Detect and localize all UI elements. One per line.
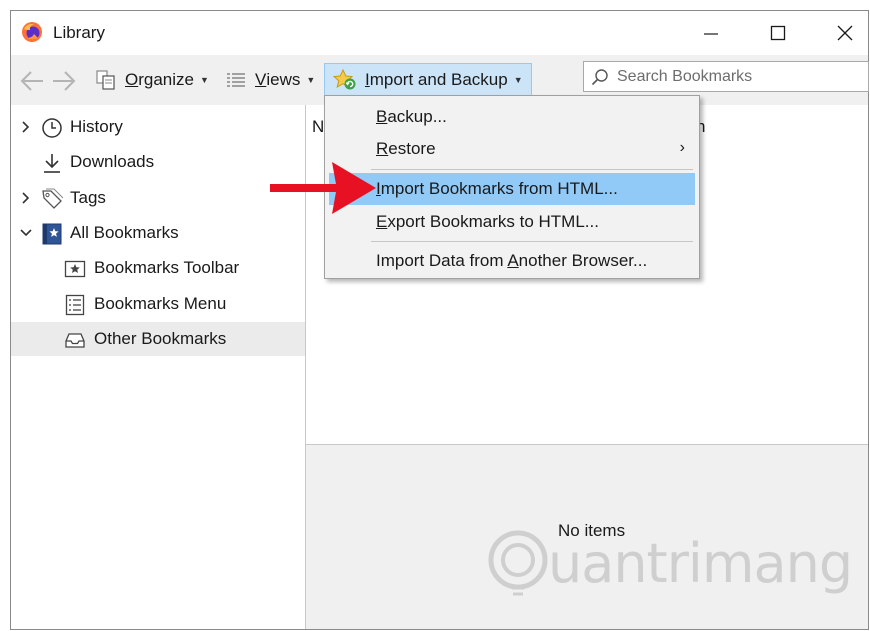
chevron-right-icon[interactable] — [19, 191, 33, 205]
import-backup-label: mport and Backup — [369, 70, 508, 89]
minimize-icon — [704, 33, 718, 35]
organize-label: rganize — [138, 70, 194, 89]
restore-mnemonic: R — [376, 139, 389, 158]
sidebar-item-label: All Bookmarks — [70, 223, 179, 242]
submenu-arrow-icon: › — [679, 139, 685, 156]
close-icon — [837, 25, 853, 41]
watermark-text: uantrimang — [548, 532, 853, 595]
sidebar-item-history[interactable]: History — [11, 110, 305, 144]
sidebar-item-label: History — [70, 117, 123, 136]
menu-item-export-bookmarks-html[interactable]: Export Bookmarks to HTML... — [329, 206, 695, 238]
column-header-name[interactable]: N — [312, 117, 324, 137]
firefox-icon — [22, 22, 42, 42]
back-arrow-icon[interactable] — [19, 69, 45, 93]
maximize-icon — [770, 25, 786, 41]
forward-arrow-icon[interactable] — [51, 69, 77, 93]
views-icon — [225, 70, 247, 90]
views-label: iews — [266, 70, 301, 89]
import-backup-icon — [333, 69, 357, 91]
close-button[interactable] — [817, 15, 870, 51]
import-data-label-rest: nother Browser... — [518, 251, 648, 270]
bookmarks-menu-icon — [65, 294, 85, 316]
menu-item-import-bookmarks-html[interactable]: Import Bookmarks from HTML... — [329, 173, 695, 205]
menu-item-restore[interactable]: Restore › — [329, 133, 695, 165]
bookmarks-toolbar-icon — [64, 260, 86, 278]
restore-label: estore — [388, 139, 436, 158]
search-input[interactable] — [615, 66, 859, 87]
import-and-backup-button[interactable]: Import and Backup ▼ — [324, 63, 532, 97]
sidebar-item-label: Downloads — [70, 152, 155, 171]
search-bookmarks-box[interactable] — [583, 61, 869, 92]
sidebar-item-downloads[interactable]: Downloads — [11, 145, 305, 179]
views-mnemonic: V — [255, 70, 267, 89]
export-html-label: xport Bookmarks to HTML... — [387, 212, 599, 231]
sidebar-item-bookmarks-toolbar[interactable]: Bookmarks Toolbar — [11, 251, 305, 285]
title-bar: Library — [11, 11, 868, 55]
minimize-button[interactable] — [683, 15, 739, 51]
organize-button[interactable]: Organize ▼ — [95, 63, 209, 97]
sidebar-item-tags[interactable]: Tags — [11, 181, 305, 215]
red-arrow-annotation — [270, 162, 376, 214]
chevron-right-icon[interactable] — [19, 120, 33, 134]
import-backup-menu: Backup... Restore › Import Bookmarks fro… — [324, 95, 700, 279]
sidebar-item-label: Bookmarks Menu — [94, 294, 227, 313]
organize-icon — [95, 69, 117, 91]
menu-separator — [371, 241, 693, 242]
sidebar-item-all-bookmarks[interactable]: All Bookmarks — [11, 216, 305, 250]
import-data-mnemonic: A — [507, 251, 519, 270]
backup-mnemonic: B — [376, 107, 388, 126]
backup-label: ackup... — [387, 107, 447, 126]
sidebar-item-label: Other Bookmarks — [94, 329, 227, 348]
views-button[interactable]: Views ▼ — [225, 63, 315, 97]
sidebar-item-bookmarks-menu[interactable]: Bookmarks Menu — [11, 287, 305, 321]
sidebar-item-label: Tags — [70, 188, 106, 207]
caret-down-icon: ▼ — [306, 75, 316, 85]
window-title: Library — [53, 23, 105, 42]
menu-separator — [371, 169, 693, 170]
tag-icon — [42, 188, 63, 209]
maximize-button[interactable] — [750, 15, 806, 51]
watermark-logo: uantrimang — [486, 522, 853, 612]
menu-item-import-data-browser[interactable]: Import Data from Another Browser... — [329, 245, 695, 277]
sidebar-item-label: Bookmarks Toolbar — [94, 258, 240, 277]
menu-item-backup[interactable]: Backup... — [329, 101, 695, 133]
sidebar-item-other-bookmarks[interactable]: Other Bookmarks — [11, 322, 305, 356]
import-html-label: mport Bookmarks from HTML... — [380, 179, 618, 198]
lightbulb-logo-icon — [488, 530, 548, 596]
inbox-tray-icon — [65, 333, 85, 348]
clock-icon — [42, 118, 62, 138]
import-data-label-before: Import Data from — [376, 251, 508, 270]
caret-down-icon: ▼ — [200, 75, 209, 85]
chevron-down-icon[interactable] — [19, 226, 33, 240]
download-icon — [44, 154, 60, 173]
sidebar-tree: History Downloads Tags All Bookmarks Boo… — [11, 105, 306, 629]
caret-down-icon: ▼ — [513, 75, 523, 85]
bookmarks-library-icon — [42, 223, 62, 245]
search-icon — [591, 68, 609, 86]
organize-mnemonic: O — [125, 70, 139, 89]
